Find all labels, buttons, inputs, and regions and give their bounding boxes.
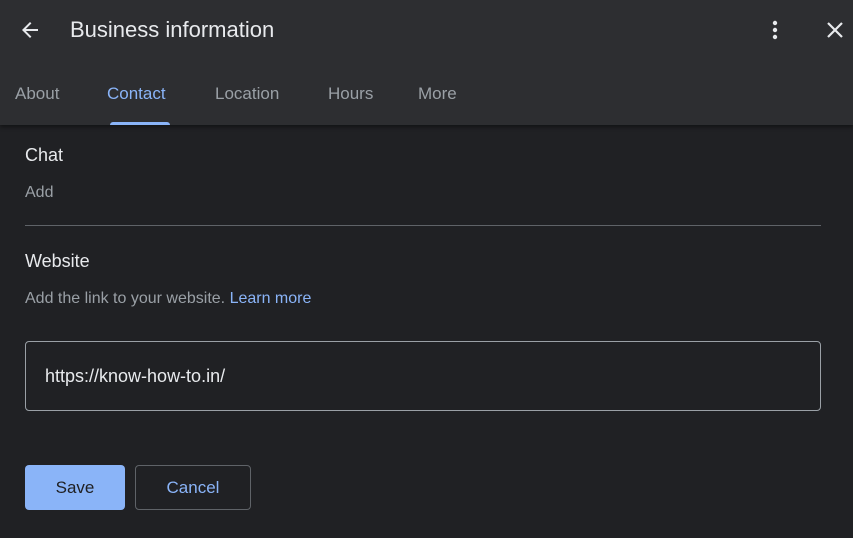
website-heading: Website: [25, 251, 90, 271]
tab-bar: About Contact Location Hours More: [0, 72, 853, 125]
more-vert-icon: [772, 20, 778, 40]
contact-panel: Chat Add Website Add the link to your we…: [0, 125, 853, 538]
website-description: Add the link to your website.: [25, 290, 226, 307]
cancel-button[interactable]: Cancel: [135, 465, 251, 510]
tab-about[interactable]: About: [15, 72, 59, 125]
chat-heading: Chat: [25, 145, 64, 165]
dialog-header: Business information About Contact Locat…: [0, 0, 853, 125]
tab-contact[interactable]: Contact: [107, 72, 170, 125]
save-button-label: Save: [55, 477, 95, 497]
page-title: Business information: [70, 17, 275, 42]
website-description-row: Add the link to your website. Learn more: [25, 288, 311, 310]
tab-hours[interactable]: Hours: [328, 72, 373, 125]
chat-add-link[interactable]: Add: [25, 182, 53, 204]
close-button[interactable]: [817, 12, 853, 48]
tab-more[interactable]: More: [418, 72, 457, 125]
tab-label: Hours: [328, 84, 374, 103]
active-tab-indicator: [110, 122, 170, 125]
website-url-value: https://know-how-to.in/: [45, 366, 226, 386]
learn-more-link[interactable]: Learn more: [230, 290, 312, 307]
tab-label: Contact: [107, 84, 166, 103]
tab-location[interactable]: Location: [215, 72, 279, 125]
arrow-left-icon: [22, 22, 38, 38]
save-button[interactable]: Save: [25, 465, 125, 510]
close-icon: [827, 22, 843, 38]
cancel-button-label: Cancel: [166, 477, 220, 497]
tab-label: More: [418, 84, 457, 103]
back-button[interactable]: [12, 12, 48, 48]
tab-label: Location: [215, 84, 280, 103]
website-url-field[interactable]: https://know-how-to.in/: [25, 341, 821, 411]
tab-label: About: [15, 84, 60, 103]
divider: [25, 225, 821, 226]
more-options-button[interactable]: [757, 12, 793, 48]
